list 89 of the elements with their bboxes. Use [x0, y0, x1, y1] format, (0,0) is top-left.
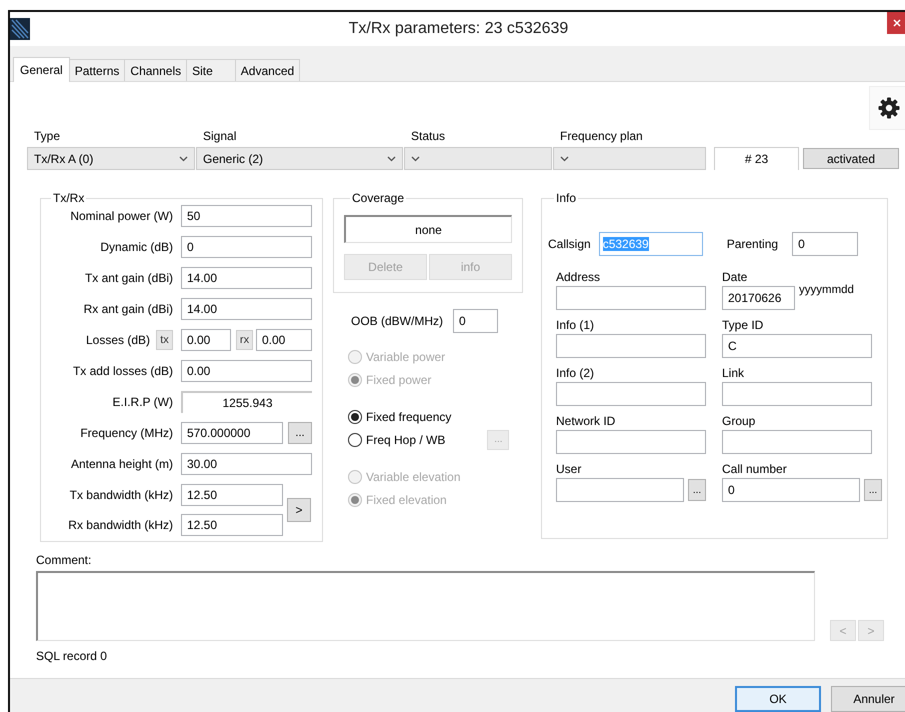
field-label: Tx ant gain (dBi)	[84, 271, 173, 285]
field-label: Group	[722, 413, 756, 430]
input-field[interactable]: C	[722, 334, 872, 358]
field-label: Info (2)	[556, 365, 596, 382]
input-field[interactable]	[556, 478, 684, 502]
settings-button[interactable]	[869, 86, 905, 130]
input-field[interactable]: 0.00	[256, 329, 312, 351]
field-label: Link	[722, 365, 746, 382]
dropdown[interactable]	[404, 147, 552, 170]
group-title: Tx/Rx	[52, 191, 86, 205]
input-field[interactable]	[556, 286, 706, 310]
selected-text: c532639	[602, 237, 649, 251]
input-field[interactable]: 12.50	[181, 514, 283, 536]
input-field[interactable]: 14.00	[181, 267, 312, 289]
window-title: Tx/Rx parameters: 23 c532639	[348, 20, 568, 37]
field-label: Parenting	[726, 237, 778, 251]
field-label: Callsign	[548, 237, 591, 251]
field-label: E.I.R.P (W)	[112, 395, 173, 409]
tx-tag: tx	[156, 330, 173, 350]
radio-button[interactable]: Fixed frequency	[348, 405, 521, 428]
settings-icon	[876, 96, 900, 120]
input-field[interactable]	[722, 430, 872, 454]
activated-button[interactable]: activated	[803, 148, 899, 169]
expand-button[interactable]: >	[287, 498, 311, 522]
close-icon	[893, 19, 901, 27]
field-label: Dynamic (dB)	[99, 240, 173, 254]
field-label: Call number	[722, 461, 788, 478]
field-label: Nominal power (W)	[69, 209, 173, 223]
app-icon	[10, 18, 30, 40]
field-label: OOB (dBW/MHz)	[351, 314, 443, 328]
input-field[interactable]: 0.00	[181, 329, 231, 351]
input-field[interactable]	[556, 382, 706, 406]
field-label: Rx bandwidth (kHz)	[67, 518, 173, 532]
input-field[interactable]: 14.00	[181, 298, 312, 320]
input-field[interactable]	[722, 382, 872, 406]
input-field[interactable]: 20170626	[722, 286, 795, 310]
input-field[interactable]: 50	[181, 205, 312, 227]
comment-field[interactable]	[36, 571, 815, 641]
group-title: Info	[555, 191, 578, 205]
chevron-down-icon	[411, 156, 420, 162]
input-field[interactable]: 0	[181, 236, 312, 258]
tab[interactable]: Advanced	[234, 59, 300, 81]
group-title: Coverage	[351, 191, 406, 205]
field-label: Comment:	[36, 553, 92, 567]
field-label: Type ID	[722, 317, 764, 334]
input-field[interactable]: 0	[722, 478, 860, 502]
number-field: # 23	[714, 147, 799, 170]
value-readout: 1255.943	[181, 391, 312, 413]
field-label: Tx bandwidth (kHz)	[68, 488, 173, 502]
input-field[interactable]	[556, 430, 706, 454]
field-label: Status	[410, 129, 446, 145]
input-field[interactable]: 0	[792, 232, 858, 256]
radio-button[interactable]: Freq Hop / WB	[348, 428, 446, 451]
status-text: SQL record 0	[36, 649, 108, 663]
chevron-down-icon	[387, 156, 396, 162]
field-label: Losses (dB)	[86, 333, 150, 347]
field-label: Frequency (MHz)	[79, 426, 173, 440]
dropdown[interactable]: Tx/Rx A (0)	[27, 147, 195, 170]
input-field[interactable]: 12.50	[181, 484, 283, 506]
close-button[interactable]	[887, 12, 905, 34]
format-hint: yyyymmdd	[799, 284, 854, 296]
chevron-down-icon	[560, 156, 569, 162]
ok-button[interactable]: OK	[735, 686, 821, 712]
input-field[interactable]: 570.000000	[181, 422, 283, 444]
tab[interactable]: General	[13, 57, 70, 82]
browse-button[interactable]: ...	[288, 422, 312, 444]
chevron-down-icon	[179, 156, 188, 162]
rx-tag: rx	[236, 330, 253, 350]
field-label: Signal	[202, 129, 238, 145]
field-label: Type	[33, 129, 62, 145]
coverage-field: none	[344, 215, 512, 243]
field-label: Tx add losses (dB)	[72, 364, 173, 378]
field-label: Antenna height (m)	[70, 457, 173, 471]
browse-button[interactable]: ...	[688, 479, 706, 501]
field-label: Network ID	[556, 413, 616, 430]
field-label: Info (1)	[556, 317, 596, 334]
field-label: User	[556, 461, 582, 478]
browse-button[interactable]: ...	[864, 479, 882, 501]
field-label: Frequency plan	[559, 129, 644, 145]
field-label: Address	[556, 269, 602, 286]
input-field[interactable]: 0	[453, 309, 498, 333]
input-field[interactable]: 0.00	[181, 360, 312, 382]
input-field[interactable]: 30.00	[181, 453, 312, 475]
dropdown[interactable]: Generic (2)	[196, 147, 403, 170]
field-label: Date	[722, 269, 748, 286]
input-field[interactable]	[556, 334, 706, 358]
field-label: Rx ant gain (dBi)	[82, 302, 173, 316]
cancel-button[interactable]: Annuler	[831, 686, 905, 712]
dropdown[interactable]	[553, 147, 706, 170]
